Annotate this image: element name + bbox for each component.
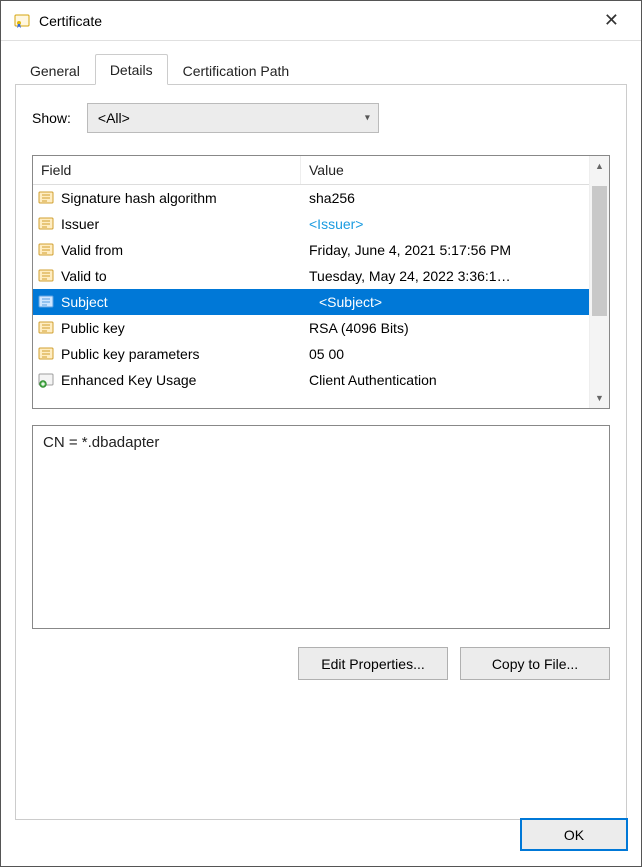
- cell-value: <Issuer>: [301, 216, 589, 232]
- cell-value: Tuesday, May 24, 2022 3:36:1…: [301, 268, 589, 284]
- detail-value-box[interactable]: CN = *.dbadapter: [32, 425, 610, 629]
- field-text: Valid from: [61, 242, 123, 258]
- table-row[interactable]: Enhanced Key Usage Client Authentication: [33, 367, 609, 393]
- prop-icon: [37, 293, 57, 311]
- table-row[interactable]: Public key RSA (4096 Bits): [33, 315, 609, 341]
- prop-icon: [37, 345, 57, 363]
- ext-icon: [37, 371, 57, 389]
- table-row[interactable]: Subject <Subject>: [33, 289, 609, 315]
- cell-field: Valid from: [33, 241, 301, 259]
- table-header: Field Value: [33, 156, 609, 185]
- detail-value-text: CN = *.dbadapter: [43, 434, 159, 451]
- ok-button[interactable]: OK: [520, 818, 628, 851]
- scroll-up-button[interactable]: ▲: [590, 156, 609, 176]
- tab-details[interactable]: Details: [95, 54, 168, 85]
- column-header-field[interactable]: Field: [33, 156, 301, 184]
- table-row[interactable]: Public key parameters 05 00: [33, 341, 609, 367]
- content-area: General Details Certification Path Show:…: [1, 41, 641, 834]
- field-text: Issuer: [61, 216, 99, 232]
- scroll-down-button[interactable]: ▼: [590, 388, 609, 408]
- copy-to-file-button[interactable]: Copy to File...: [460, 647, 610, 680]
- prop-icon: [37, 267, 57, 285]
- column-header-value[interactable]: Value: [301, 156, 609, 184]
- field-text: Public key: [61, 320, 125, 336]
- prop-icon: [37, 241, 57, 259]
- tabstrip: General Details Certification Path: [15, 53, 627, 85]
- cell-value: 05 00: [301, 346, 589, 362]
- tab-certification-path[interactable]: Certification Path: [168, 55, 305, 85]
- details-panel: Show: <All> ▾ Field Value Signature hash…: [15, 85, 627, 820]
- value-text: <Issuer>: [309, 216, 363, 232]
- show-label: Show:: [32, 110, 71, 126]
- value-text: Client Authentication: [309, 372, 437, 388]
- show-dropdown[interactable]: <All> ▾: [87, 103, 379, 133]
- chevron-down-icon: ▾: [365, 113, 370, 124]
- field-text: Signature hash algorithm: [61, 190, 217, 206]
- cell-field: Public key parameters: [33, 345, 301, 363]
- table-row[interactable]: Signature hash algorithm sha256: [33, 185, 609, 211]
- table-row[interactable]: Valid to Tuesday, May 24, 2022 3:36:1…: [33, 263, 609, 289]
- value-text: <Subject>: [319, 294, 382, 310]
- value-text: sha256: [309, 190, 355, 206]
- cell-field: Subject: [33, 293, 301, 311]
- field-text: Valid to: [61, 268, 107, 284]
- table-row[interactable]: Valid from Friday, June 4, 2021 5:17:56 P…: [33, 237, 609, 263]
- action-button-row: Edit Properties... Copy to File...: [32, 647, 610, 680]
- field-text: Subject: [61, 294, 108, 310]
- cell-field: Valid to: [33, 267, 301, 285]
- cell-value: RSA (4096 Bits): [301, 320, 589, 336]
- cell-value: sha256: [301, 190, 589, 206]
- show-row: Show: <All> ▾: [32, 103, 610, 133]
- value-text: RSA (4096 Bits): [309, 320, 409, 336]
- certificate-icon: [13, 12, 31, 30]
- scroll-thumb[interactable]: [592, 186, 607, 316]
- field-value-table: Field Value Signature hash algorithm sha2…: [32, 155, 610, 409]
- cell-value: Client Authentication: [301, 372, 589, 388]
- window-title: Certificate: [39, 13, 594, 29]
- show-selected-value: <All>: [98, 110, 130, 126]
- edit-properties-button[interactable]: Edit Properties...: [298, 647, 448, 680]
- titlebar: Certificate ✕: [1, 1, 641, 41]
- close-button[interactable]: ✕: [594, 6, 629, 35]
- prop-icon: [37, 189, 57, 207]
- value-text: Tuesday, May 24, 2022 3:36:1…: [309, 268, 511, 284]
- value-text: 05 00: [309, 346, 344, 362]
- prop-icon: [37, 215, 57, 233]
- cell-field: Enhanced Key Usage: [33, 371, 301, 389]
- value-text: Friday, June 4, 2021 5:17:56 PM: [309, 242, 511, 258]
- cell-field: Issuer: [33, 215, 301, 233]
- field-text: Enhanced Key Usage: [61, 372, 196, 388]
- scroll-track[interactable]: [590, 176, 609, 388]
- table-body: Signature hash algorithm sha256 Issuer <Iss…: [33, 185, 609, 408]
- dialog-footer: OK: [520, 818, 628, 851]
- cell-field: Public key: [33, 319, 301, 337]
- table-row[interactable]: Issuer <Issuer>: [33, 211, 609, 237]
- cell-field: Signature hash algorithm: [33, 189, 301, 207]
- cell-value: <Subject>: [301, 294, 589, 310]
- prop-icon: [37, 319, 57, 337]
- tab-general[interactable]: General: [15, 55, 95, 85]
- field-text: Public key parameters: [61, 346, 200, 362]
- cell-value: Friday, June 4, 2021 5:17:56 PM: [301, 242, 589, 258]
- vertical-scrollbar[interactable]: ▲ ▼: [589, 156, 609, 408]
